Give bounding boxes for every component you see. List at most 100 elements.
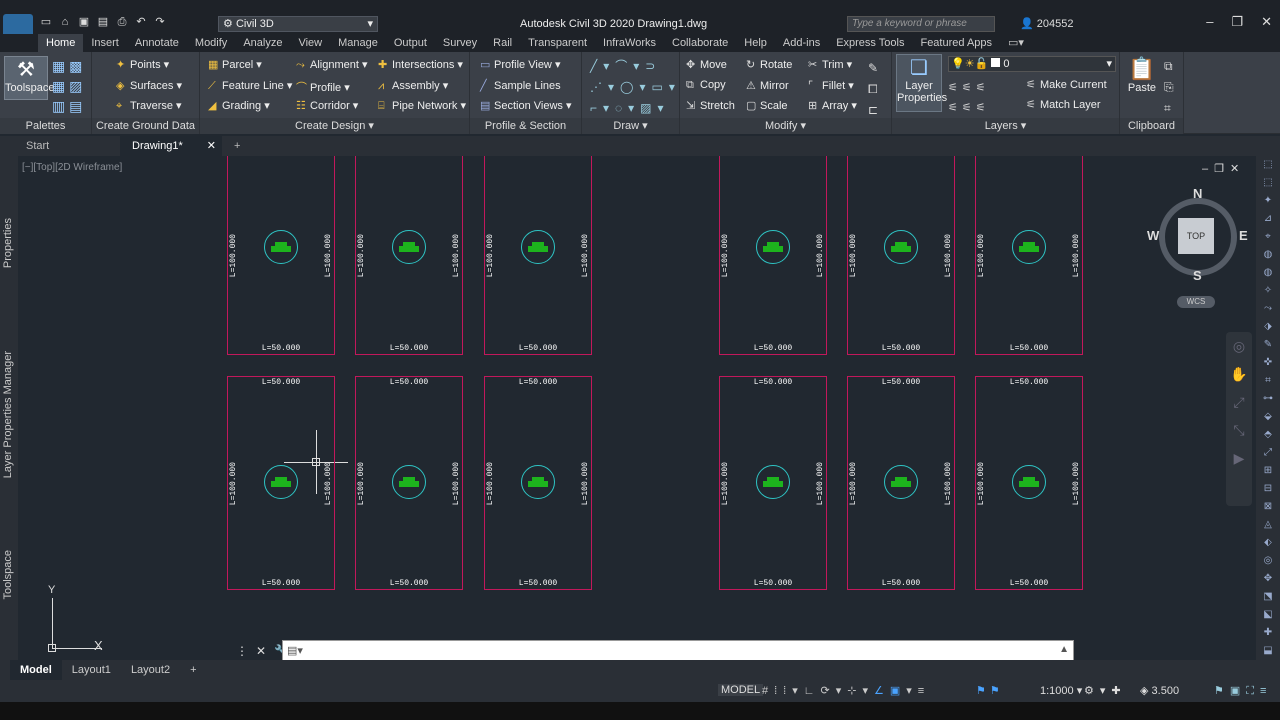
match-layer-button[interactable]: ⚟ Match Layer [1026, 98, 1101, 111]
tab-help[interactable]: Help [736, 34, 775, 52]
intersections-button[interactable]: ✚ Intersections ▾ [378, 58, 463, 71]
minimize-icon[interactable]: – [1206, 14, 1213, 30]
viewcube-top-face[interactable]: TOP [1178, 218, 1214, 254]
tool-palette-icon[interactable]: ⌗ [1256, 372, 1280, 390]
tab-drawing1[interactable]: Drawing1* ✕ [120, 136, 222, 156]
palettes-panel-title[interactable]: Palettes [0, 118, 91, 134]
layer-properties-manager-tab[interactable]: Layer Properties Manager [2, 351, 14, 478]
drafting-toggles[interactable]: #⁞⁞▾∟⟳▾⊹▾∠▣▾≡ [762, 684, 930, 697]
layer-tools[interactable]: ⚟⚟⚟ ⚟⚟⚟ [948, 78, 990, 118]
close-icon[interactable]: ✕ [1261, 14, 1272, 30]
tool-palette-icon[interactable]: ◍ [1256, 246, 1280, 264]
tool-palette-icon[interactable]: ⬗ [1256, 318, 1280, 336]
parking-bay[interactable]: L=50.000 L=100.000 L=100.000 [719, 156, 827, 355]
compass-north[interactable]: N [1193, 186, 1202, 201]
tab-layout2[interactable]: Layout2 [121, 660, 180, 680]
parking-bay[interactable]: L=50.000 L=100.000 L=100.000 [355, 156, 463, 355]
design-panel-title[interactable]: Create Design ▾ [200, 118, 469, 134]
ground-panel-title[interactable]: Create Ground Data ▾ [92, 118, 199, 148]
tab-model[interactable]: Model [10, 660, 62, 680]
clipboard-tools[interactable]: ⧉ ⎘ ⌗ [1164, 56, 1174, 119]
grip-icon[interactable]: ⋮ [236, 640, 248, 660]
fillet-button[interactable]: ⌜ Fillet ▾ [808, 79, 854, 92]
parking-bay[interactable]: L=50.000 L=50.000 L=100.000 L=100.000 [975, 376, 1083, 590]
tool-palette-icon[interactable]: ◬ [1256, 516, 1280, 534]
command-history-icon[interactable]: ▤▾ [287, 644, 303, 657]
close-icon[interactable]: ✕ [207, 136, 216, 156]
layers-panel-title[interactable]: Layers ▾ [892, 118, 1119, 134]
compass-south[interactable]: S [1193, 268, 1202, 283]
save-icon[interactable]: ▣ [76, 15, 92, 29]
tool-palette-icon[interactable]: ⊿ [1256, 210, 1280, 228]
pipe-network-button[interactable]: ⌸ Pipe Network ▾ [378, 99, 466, 113]
paste-button[interactable]: 📋 Paste [1126, 56, 1158, 94]
tab-manage[interactable]: Manage [330, 34, 386, 52]
sample-lines-button[interactable]: ╱ Sample Lines [480, 79, 561, 92]
tool-palette-icon[interactable]: ⌖ [1256, 228, 1280, 246]
tool-palette-icon[interactable]: ✎ [1256, 336, 1280, 354]
tab-infraworks[interactable]: InfraWorks [595, 34, 664, 52]
toolspace-button[interactable]: ⚒ Toolspace [4, 56, 55, 100]
layer-dropdown[interactable]: 💡☀🔓 0 ▾ [948, 56, 1116, 72]
corridor-button[interactable]: ☷ Corridor ▾ [296, 99, 358, 112]
tool-palette-icon[interactable]: ⬙ [1256, 408, 1280, 426]
tool-palette-icon[interactable]: ✥ [1256, 570, 1280, 588]
viewport-controls-label[interactable]: [−][Top][2D Wireframe] [22, 162, 122, 173]
command-line-input[interactable]: ▤▾ ▲ [282, 640, 1074, 660]
tool-palette-icon[interactable]: ✚ [1256, 624, 1280, 642]
tab-analyze[interactable]: Analyze [235, 34, 290, 52]
tool-palette-icon[interactable]: ⬕ [1256, 606, 1280, 624]
profile-panel-title[interactable]: Profile & Section Views [470, 118, 581, 148]
tab-add-ins[interactable]: Add-ins [775, 34, 828, 52]
new-tab-icon[interactable]: + [222, 136, 252, 156]
draw-tools[interactable]: ╱▾⌒▾⊃ ⋰▾◯▾▭▾ ⌐▾◌▾▨▾ [590, 56, 681, 119]
tool-palette-icon[interactable]: ✦ [1256, 192, 1280, 210]
undo-icon[interactable]: ↶ [133, 15, 149, 29]
save-as-icon[interactable]: ▤ [95, 15, 111, 29]
close-icon[interactable]: ✕ [256, 640, 266, 660]
plot-icon[interactable]: ⎙ [114, 15, 130, 29]
trim-button[interactable]: ✂ Trim ▾ [808, 58, 852, 71]
tool-palette-icon[interactable]: ⤳ [1256, 300, 1280, 318]
view-cube[interactable]: TOP N S E W WCS [1147, 186, 1248, 308]
scale-button[interactable]: ▢ Scale [746, 99, 788, 112]
redo-icon[interactable]: ↷ [152, 15, 168, 29]
points-button[interactable]: ✦ Points ▾ [116, 58, 169, 71]
modify-panel-title[interactable]: Modify ▾ [680, 118, 891, 134]
tool-palette-icon[interactable]: ⬓ [1256, 642, 1280, 660]
tab-collaborate[interactable]: Collaborate [664, 34, 736, 52]
tab-start[interactable]: Start [0, 136, 120, 156]
tool-palette-icon[interactable]: ◎ [1256, 552, 1280, 570]
tool-palette-icon[interactable]: ⬚ [1256, 156, 1280, 174]
annotation-toggles[interactable]: ⚑⚑ [976, 684, 1004, 697]
tab-transparent[interactable]: Transparent [520, 34, 595, 52]
compass-west[interactable]: W [1147, 228, 1159, 243]
tool-palette-icon[interactable]: ⬔ [1256, 588, 1280, 606]
tab-insert[interactable]: Insert [83, 34, 127, 52]
status-tools[interactable]: ⚑▣⛶≡ [1214, 684, 1272, 698]
drawing-viewport[interactable]: [−][Top][2D Wireframe] TOP N S E W WCS –… [18, 156, 1256, 660]
tool-palette-icon[interactable]: ◍ [1256, 264, 1280, 282]
alignment-button[interactable]: ⤳ Alignment ▾ [296, 58, 368, 72]
parking-bay[interactable]: L=50.000 L=100.000 L=100.000 [975, 156, 1083, 355]
move-button[interactable]: ✥ Move [686, 58, 727, 71]
parking-bay[interactable]: L=50.000 L=100.000 L=100.000 [227, 156, 335, 355]
properties-tab[interactable]: Properties [2, 218, 14, 268]
grading-button[interactable]: ◢ Grading ▾ [208, 99, 270, 112]
tab-annotate[interactable]: Annotate [127, 34, 187, 52]
open-icon[interactable]: ⌂ [57, 15, 73, 29]
workspace-selector[interactable]: ⚙ Civil 3D ▾ [218, 16, 378, 32]
tool-palette-icon[interactable]: ✧ [1256, 282, 1280, 300]
tool-palette-icon[interactable]: ⬖ [1256, 534, 1280, 552]
assembly-button[interactable]: ⩘ Assembly ▾ [378, 79, 448, 93]
traverse-button[interactable]: ⌖ Traverse ▾ [116, 99, 182, 113]
tool-palette-icon[interactable]: ⊶ [1256, 390, 1280, 408]
compass-east[interactable]: E [1239, 228, 1248, 243]
tab-survey[interactable]: Survey [435, 34, 485, 52]
wcs-menu[interactable]: WCS [1177, 296, 1215, 308]
parking-bay[interactable]: L=50.000 L=50.000 L=100.000 L=100.000 [484, 376, 592, 590]
viewport-window-controls[interactable]: –❐✕ [1202, 162, 1245, 175]
tab-express-tools[interactable]: Express Tools [828, 34, 912, 52]
toolspace-tab[interactable]: Toolspace [2, 550, 14, 600]
new-icon[interactable]: ▭ [38, 15, 54, 29]
